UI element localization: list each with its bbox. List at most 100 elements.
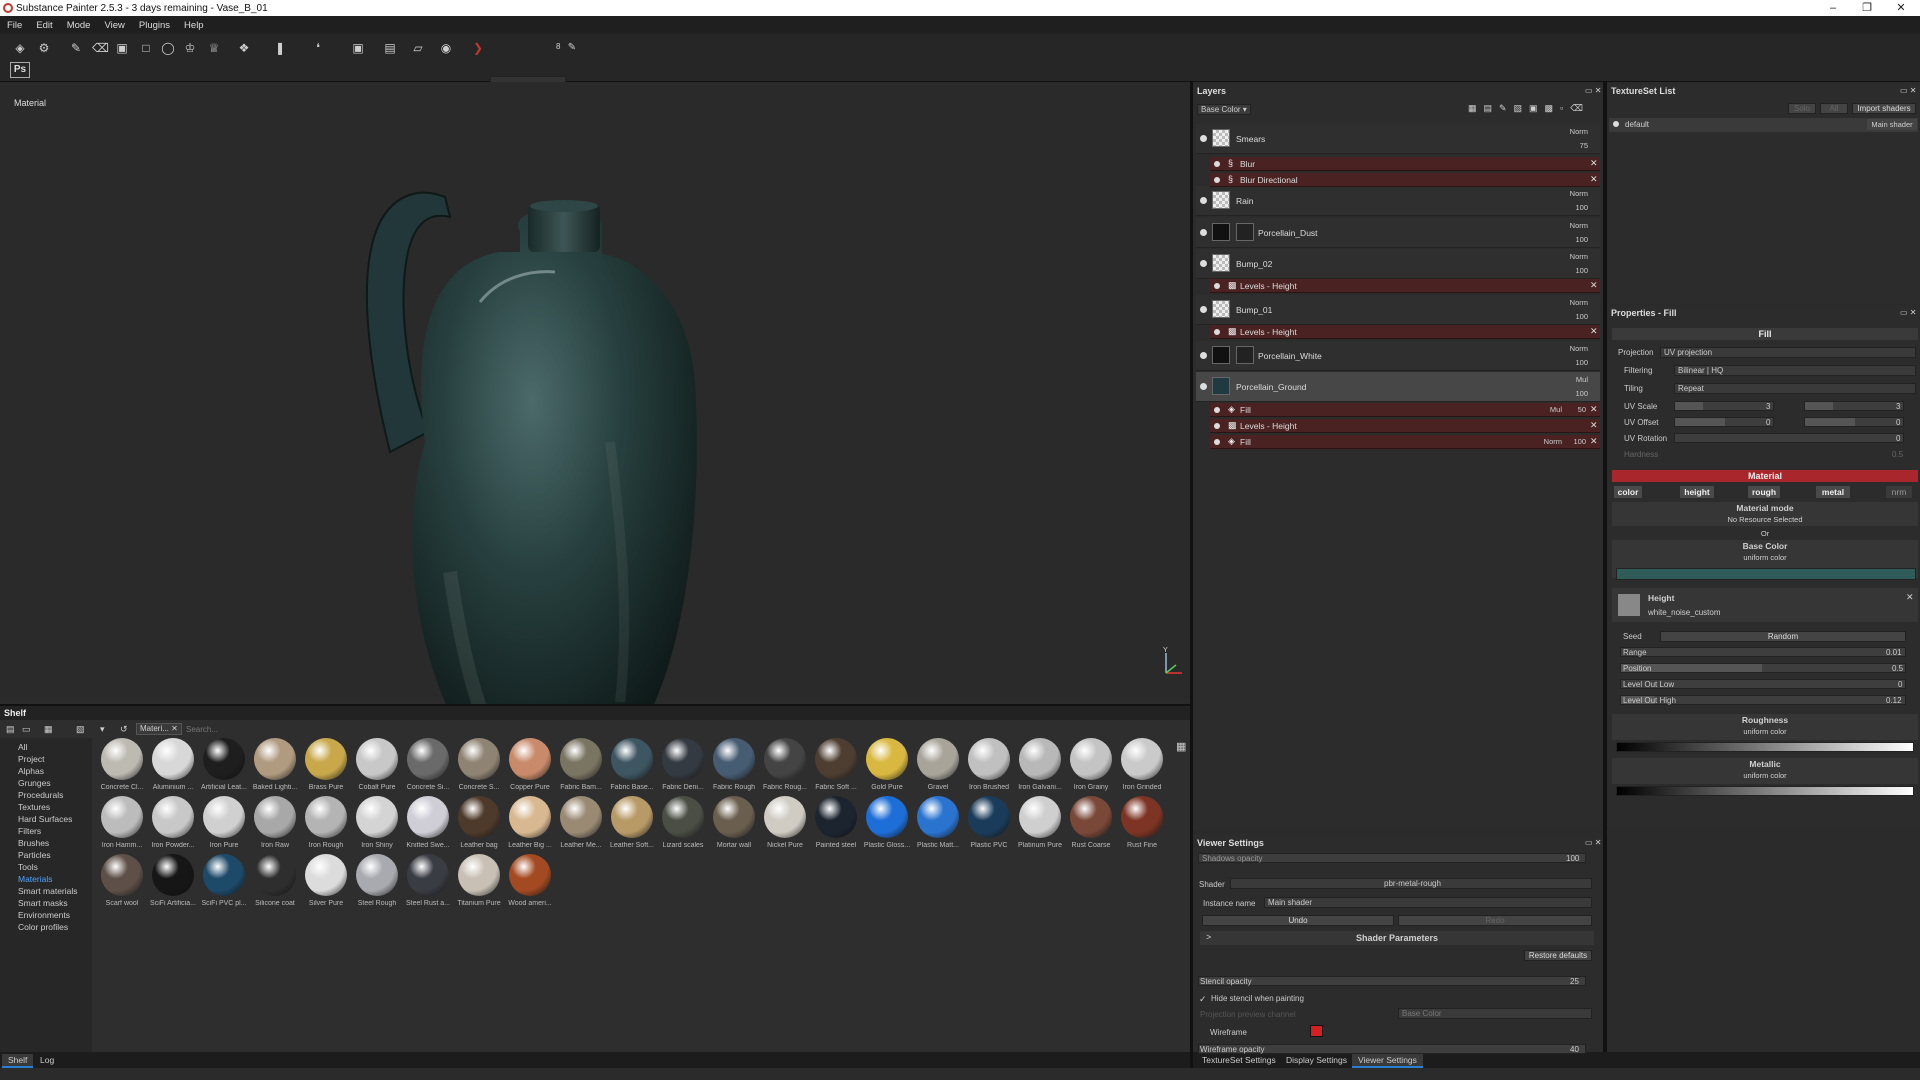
- shelf-category[interactable]: All: [18, 742, 27, 752]
- material-item[interactable]: Iron Rough: [300, 796, 350, 856]
- channel-rough-toggle[interactable]: rough: [1748, 486, 1780, 498]
- instance-name-field[interactable]: Main shader: [1264, 897, 1592, 908]
- material-item[interactable]: SciFi PVC pl...: [198, 854, 248, 914]
- layer-effect-row[interactable]: § Blur Directional ✕: [1210, 173, 1600, 187]
- photoshop-export-button[interactable]: Ps: [10, 62, 30, 78]
- material-item[interactable]: Copper Pure: [504, 738, 554, 798]
- tab-textureset-settings[interactable]: TextureSet Settings: [1196, 1054, 1282, 1066]
- tab-display-settings[interactable]: Display Settings: [1280, 1054, 1353, 1066]
- menu-file[interactable]: File: [0, 20, 29, 31]
- maximize-button[interactable]: ❐: [1850, 0, 1884, 16]
- uvoffset-slider[interactable]: [1674, 417, 1774, 427]
- color-picker-icon[interactable]: ❖: [236, 40, 252, 56]
- layer-tools-icons[interactable]: ▦▤✎▧▣▩▫⌫: [1468, 103, 1590, 114]
- remove-effect-icon[interactable]: ✕: [1590, 404, 1598, 415]
- material-item[interactable]: Fabric Base...: [606, 738, 656, 798]
- material-section-header[interactable]: Material: [1612, 470, 1918, 482]
- remove-effect-icon[interactable]: ✕: [1590, 280, 1598, 291]
- visibility-eye-icon[interactable]: [1214, 177, 1220, 183]
- random-seed-button[interactable]: Random: [1660, 631, 1906, 642]
- material-item[interactable]: Fabric Soft ...: [810, 738, 860, 798]
- material-item[interactable]: Fabric Rough: [708, 738, 758, 798]
- menu-mode[interactable]: Mode: [60, 20, 98, 31]
- material-item[interactable]: Iron Grinded: [1116, 738, 1166, 798]
- roughness-slider[interactable]: [1616, 742, 1914, 752]
- edit-pencil-icon[interactable]: ✎: [564, 40, 580, 56]
- layer-effect-row[interactable]: ◈ Fill Mul 50 ✕: [1210, 403, 1600, 417]
- layer-effect-row[interactable]: ▩ Levels - Height ✕: [1210, 279, 1600, 293]
- layer-row[interactable]: Smears Norm 75: [1196, 124, 1600, 154]
- tiling-dropdown[interactable]: Repeat: [1674, 383, 1916, 394]
- metallic-slider[interactable]: [1616, 786, 1914, 796]
- layer-opacity[interactable]: 100: [1558, 235, 1588, 244]
- visibility-eye-icon[interactable]: [1200, 260, 1207, 267]
- material-item[interactable]: Platinum Pure: [1014, 796, 1064, 856]
- grid-view-icon[interactable]: ▦: [1176, 740, 1186, 753]
- range-slider[interactable]: [1620, 647, 1906, 657]
- refresh-icon[interactable]: ↺: [120, 724, 128, 735]
- visibility-icon[interactable]: [1613, 121, 1619, 127]
- 3d-viewport[interactable]: [0, 82, 1190, 754]
- material-item[interactable]: Concrete Si...: [402, 738, 452, 798]
- position-slider[interactable]: [1620, 663, 1906, 673]
- visibility-eye-icon[interactable]: [1200, 352, 1207, 359]
- restore-defaults-button[interactable]: Restore defaults: [1524, 950, 1592, 961]
- remove-effect-icon[interactable]: ✕: [1590, 436, 1598, 447]
- display-icon[interactable]: ▤: [382, 40, 398, 56]
- shelf-category[interactable]: Environments: [18, 910, 70, 920]
- material-item[interactable]: Plastic Matt...: [912, 796, 962, 856]
- visibility-eye-icon[interactable]: [1214, 329, 1220, 335]
- clear-resource-icon[interactable]: ✕: [1906, 592, 1914, 603]
- new-folder-icon[interactable]: ▤: [6, 724, 15, 735]
- material-item[interactable]: Leather bag: [453, 796, 503, 856]
- tab-log[interactable]: Log: [34, 1054, 60, 1066]
- material-item[interactable]: Gold Pure: [861, 738, 911, 798]
- material-item[interactable]: Rust Coarse: [1065, 796, 1115, 856]
- height-resource-box[interactable]: Height white_noise_custom ✕: [1612, 588, 1918, 622]
- material-item[interactable]: Knitted Swe...: [402, 796, 452, 856]
- material-item[interactable]: Fabric Bam...: [555, 738, 605, 798]
- material-item[interactable]: Titanium Pure: [453, 854, 503, 914]
- panel-divider[interactable]: [1603, 82, 1607, 1052]
- layer-effect-row[interactable]: ▩ Levels - Height ✕: [1210, 325, 1600, 339]
- layer-blend-mode[interactable]: Norm: [1558, 127, 1588, 136]
- panel-close-icon[interactable]: ▭ ✕: [1900, 308, 1916, 317]
- material-item[interactable]: Plastic PVC: [963, 796, 1013, 856]
- fill-section-header[interactable]: Fill: [1612, 328, 1918, 340]
- layer-blend-mode[interactable]: Norm: [1558, 221, 1588, 230]
- layer-opacity[interactable]: 100: [1558, 203, 1588, 212]
- cube-icon[interactable]: ▱: [410, 40, 426, 56]
- save-icon[interactable]: ▦: [44, 724, 53, 735]
- tab-viewer-settings[interactable]: Viewer Settings: [1352, 1054, 1423, 1068]
- layer-row[interactable]: Porcellain_Dust Norm 100: [1196, 218, 1600, 248]
- close-button[interactable]: ✕: [1884, 0, 1918, 16]
- material-item[interactable]: Iron Pure: [198, 796, 248, 856]
- layer-blend-mode[interactable]: Norm: [1558, 189, 1588, 198]
- material-item[interactable]: Nickel Pure: [759, 796, 809, 856]
- uvoffset-slider-2[interactable]: [1804, 417, 1904, 427]
- paint-mode-icon[interactable]: ◈: [12, 40, 28, 56]
- material-item[interactable]: Brass Pure: [300, 738, 350, 798]
- polygon-fill-icon[interactable]: □: [138, 40, 154, 56]
- visibility-eye-icon[interactable]: [1200, 383, 1207, 390]
- material-item[interactable]: Iron Grainy: [1065, 738, 1115, 798]
- stencil-opacity-slider[interactable]: [1198, 976, 1586, 986]
- shelf-category[interactable]: Color profiles: [18, 922, 68, 932]
- material-item[interactable]: Baked Lighti...: [249, 738, 299, 798]
- panel-menu-icon[interactable]: ▭ ✕: [1585, 86, 1601, 95]
- layer-opacity[interactable]: 100: [1558, 358, 1588, 367]
- import-icon[interactable]: ▭: [22, 724, 31, 735]
- remove-effect-icon[interactable]: ✕: [1590, 174, 1598, 185]
- shader-parameters-header[interactable]: > Shader Parameters: [1200, 931, 1594, 945]
- remove-effect-icon[interactable]: ✕: [1590, 420, 1598, 431]
- channel-nrm-toggle[interactable]: nrm: [1886, 486, 1912, 498]
- effect-opacity[interactable]: 100: [1556, 437, 1586, 446]
- shelf-category[interactable]: Smart masks: [18, 898, 68, 908]
- redo-button[interactable]: Redo: [1398, 915, 1592, 926]
- material-item[interactable]: Fabric Roug...: [759, 738, 809, 798]
- visibility-eye-icon[interactable]: [1214, 161, 1220, 167]
- tab-shelf[interactable]: Shelf: [2, 1054, 34, 1068]
- shelf-category[interactable]: Project: [18, 754, 44, 764]
- material-item[interactable]: Iron Raw: [249, 796, 299, 856]
- screenshot-icon[interactable]: ◉: [438, 40, 454, 56]
